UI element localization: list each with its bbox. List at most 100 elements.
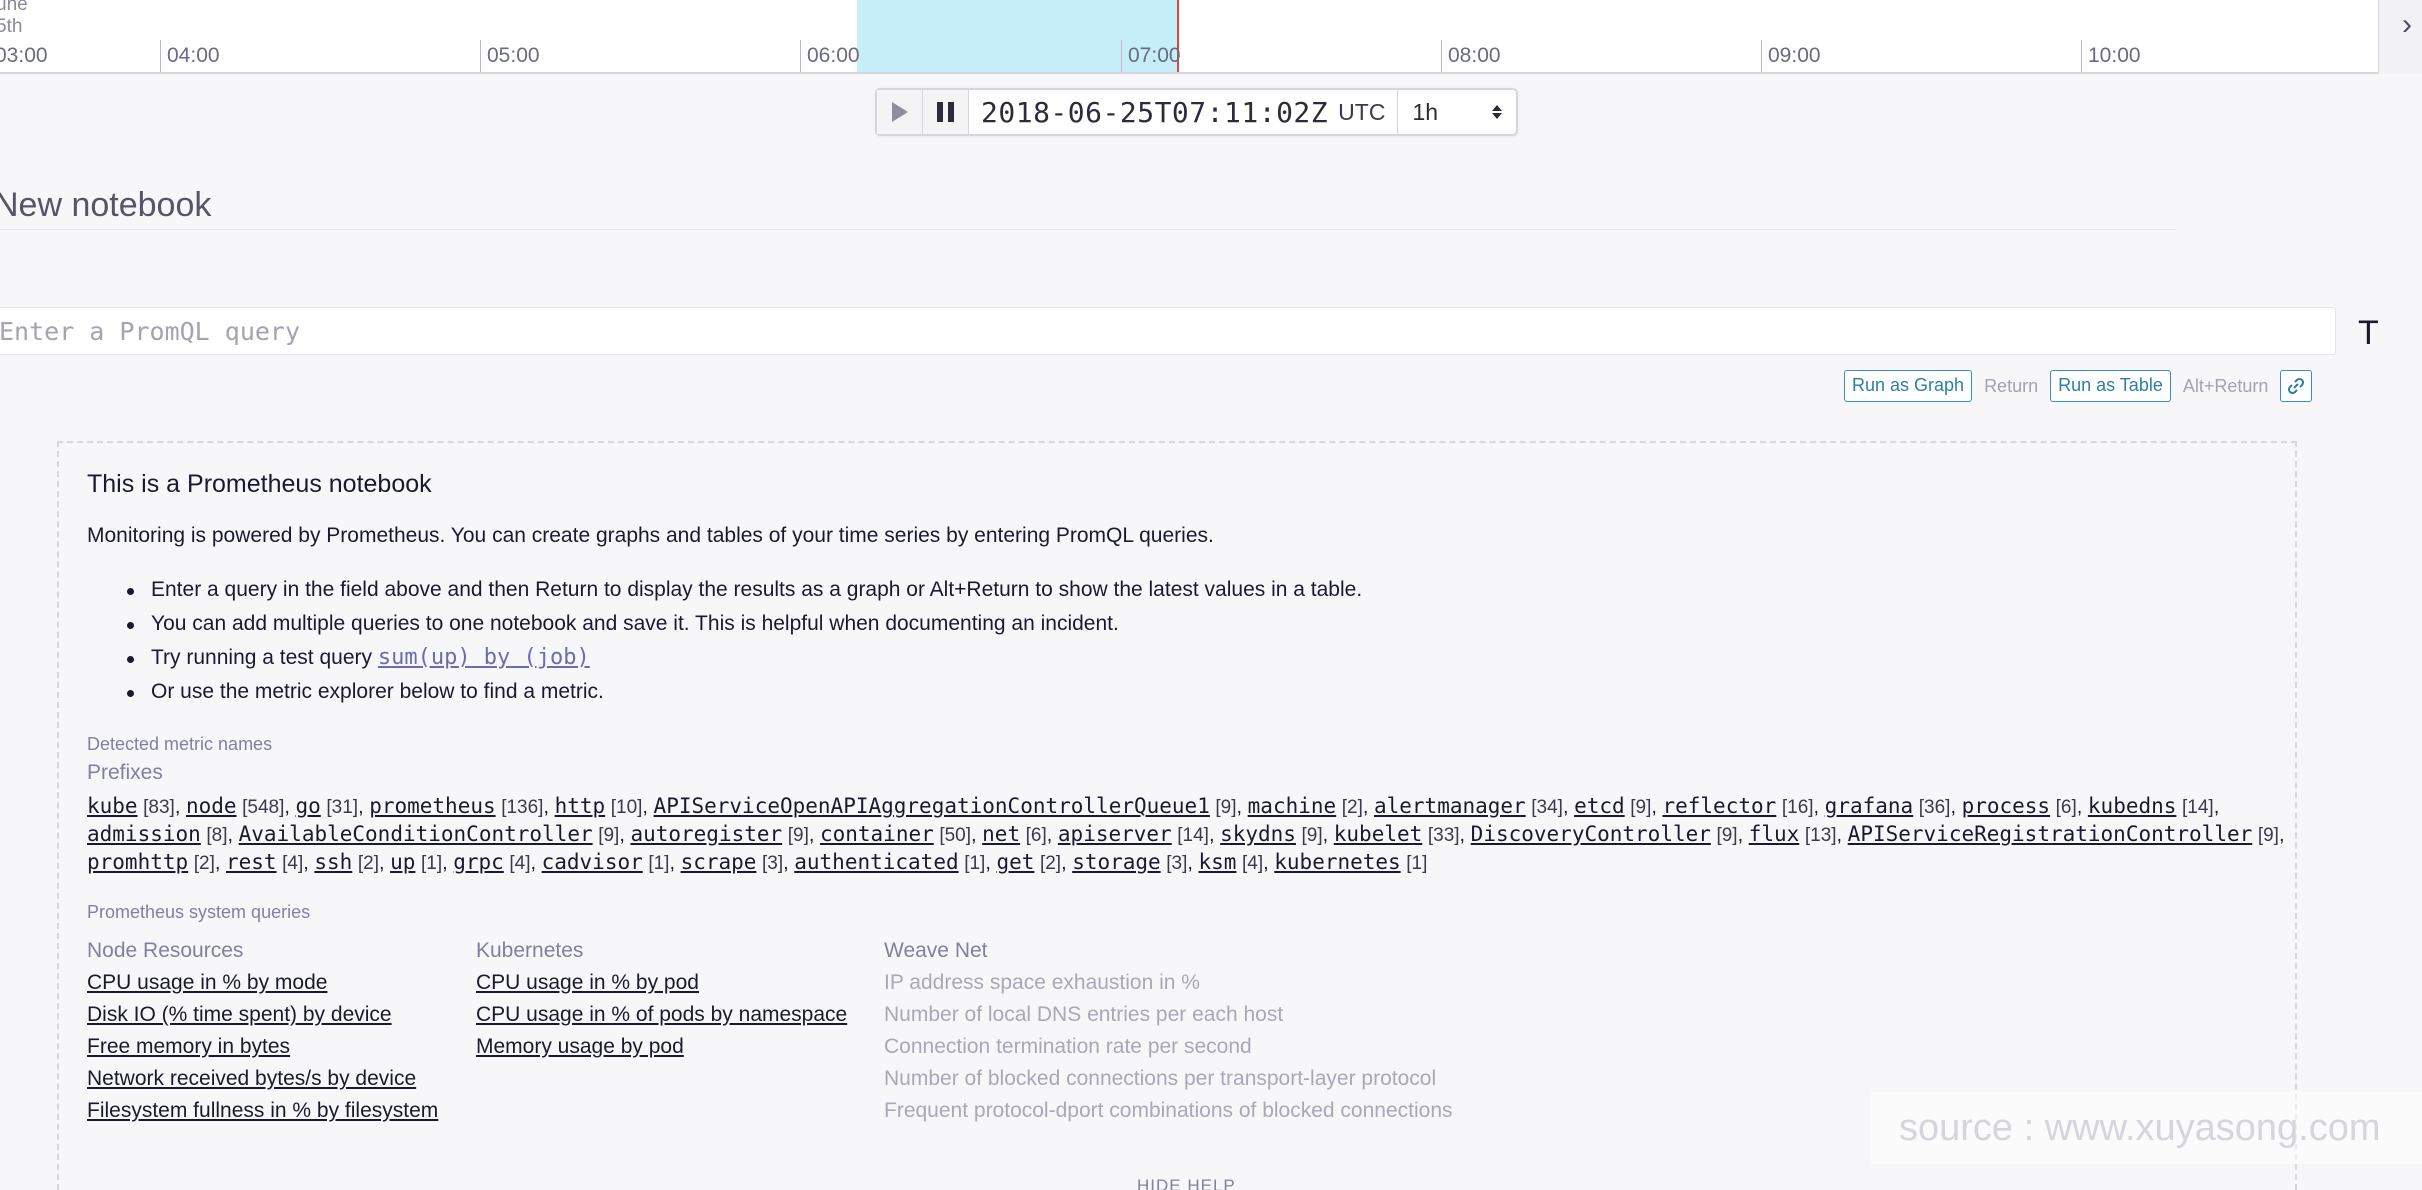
prefix-link[interactable]: grafana bbox=[1825, 794, 1914, 818]
list-item: You can add multiple queries to one note… bbox=[87, 607, 1362, 641]
select-arrows-icon bbox=[1492, 105, 1503, 119]
prefix-link[interactable]: ssh bbox=[314, 850, 352, 874]
prefix-link[interactable]: grpc bbox=[453, 850, 504, 874]
prefix-item: container [50] bbox=[820, 822, 971, 846]
column-heading: Node Resources bbox=[87, 939, 244, 962]
prefix-link[interactable]: ksm bbox=[1199, 850, 1237, 874]
play-button[interactable] bbox=[877, 90, 923, 134]
prefix-link[interactable]: authenticated bbox=[794, 850, 958, 874]
prefix-count: [9] bbox=[787, 825, 809, 846]
prefix-count: [13] bbox=[1804, 825, 1837, 846]
query-link[interactable]: Free memory in bytes bbox=[87, 1031, 438, 1063]
prefix-link[interactable]: autoregister bbox=[630, 822, 782, 846]
prefix-link[interactable]: APIServiceOpenAPIAggregationControllerQu… bbox=[654, 794, 1210, 818]
prefix-link[interactable]: scrape bbox=[681, 850, 757, 874]
run-as-graph-shortcut: Return bbox=[1984, 375, 2039, 396]
prefix-item: reflector [16] bbox=[1662, 794, 1813, 818]
prefix-link[interactable]: get bbox=[996, 850, 1034, 874]
prefix-link[interactable]: DiscoveryController bbox=[1471, 822, 1711, 846]
prefix-link[interactable]: kubelet bbox=[1334, 822, 1423, 846]
prefix-item: net [6] bbox=[982, 822, 1047, 846]
prefix-link[interactable]: alertmanager bbox=[1374, 794, 1526, 818]
prefix-item: alertmanager [34] bbox=[1374, 794, 1563, 818]
run-as-table-button[interactable]: Run as Table bbox=[2050, 370, 2171, 402]
prefix-link[interactable]: up bbox=[390, 850, 415, 874]
time-controls: 2018-06-25T07:11:02Z UTC 1h bbox=[875, 88, 1519, 136]
prefix-link[interactable]: storage bbox=[1072, 850, 1161, 874]
prefix-count: [36] bbox=[1918, 797, 1951, 818]
prefix-item: ssh [2] bbox=[314, 850, 379, 874]
prefix-link[interactable]: apiserver bbox=[1058, 822, 1172, 846]
prefix-link[interactable]: cadvisor bbox=[542, 850, 643, 874]
play-icon bbox=[891, 102, 908, 122]
query-link[interactable]: Network received bytes/s by device bbox=[87, 1063, 438, 1095]
share-link-button[interactable] bbox=[2280, 370, 2313, 402]
query-link[interactable]: CPU usage in % of pods by namespace bbox=[476, 999, 847, 1031]
range-select[interactable]: 1h bbox=[1398, 90, 1516, 134]
prefix-item: autoregister [9] bbox=[630, 822, 809, 846]
prefix-link[interactable]: rest bbox=[226, 850, 277, 874]
list-item: Try running a test query sum(up) by (job… bbox=[87, 641, 1362, 675]
prefix-link[interactable]: AvailableConditionController bbox=[239, 822, 593, 846]
prefix-link[interactable]: APIServiceRegistrationController bbox=[1848, 822, 2253, 846]
help-list: Enter a query in the field above and the… bbox=[87, 573, 1362, 709]
prefix-item: APIServiceRegistrationController [9] bbox=[1848, 822, 2279, 846]
query-item-disabled: Frequent protocol-dport combinations of … bbox=[884, 1099, 1453, 1122]
weave-net-column: Weave Net IP address space exhaustion in… bbox=[884, 935, 1453, 1127]
prefix-link[interactable]: reflector bbox=[1662, 794, 1776, 818]
query-link[interactable]: CPU usage in % by pod bbox=[476, 967, 847, 999]
test-query-link[interactable]: sum(up) by (job) bbox=[378, 645, 590, 670]
pause-icon bbox=[937, 102, 954, 122]
hide-help-button[interactable]: HIDE HELP bbox=[1131, 1176, 1242, 1190]
timeline[interactable]: une 5th 03:00 04:00 05:00 06:00 07:00 08… bbox=[0, 0, 2378, 74]
query-item-disabled: IP address space exhaustion in % bbox=[884, 971, 1200, 994]
prefixes-label: Prefixes bbox=[87, 761, 163, 784]
prefix-link[interactable]: container bbox=[820, 822, 934, 846]
query-link[interactable]: Disk IO (% time spent) by device bbox=[87, 999, 438, 1031]
prefix-item: apiserver [14] bbox=[1058, 822, 1209, 846]
prefix-count: [2] bbox=[1341, 797, 1363, 818]
prefix-link[interactable]: kube bbox=[87, 794, 138, 818]
prefix-link[interactable]: kubernetes bbox=[1274, 850, 1400, 874]
prefix-count: [6] bbox=[1025, 825, 1047, 846]
prefix-link[interactable]: skydns bbox=[1220, 822, 1296, 846]
prefix-link[interactable]: admission bbox=[87, 822, 201, 846]
prefix-count: [9] bbox=[1301, 825, 1323, 846]
prefix-count: [9] bbox=[1215, 797, 1237, 818]
prefix-link[interactable]: node bbox=[186, 794, 237, 818]
promql-query-input[interactable] bbox=[0, 308, 2335, 354]
timeline-expand-button[interactable]: › bbox=[2378, 0, 2422, 74]
query-link[interactable]: Filesystem fullness in % by filesystem bbox=[87, 1095, 438, 1127]
query-link[interactable]: CPU usage in % by mode bbox=[87, 967, 438, 999]
prefix-link[interactable]: http bbox=[555, 794, 606, 818]
prefix-count: [1] bbox=[648, 853, 670, 874]
prefix-link[interactable]: machine bbox=[1248, 794, 1337, 818]
range-value: 1h bbox=[1412, 98, 1439, 125]
prefix-link[interactable]: process bbox=[1962, 794, 2051, 818]
timestamp-input[interactable]: 2018-06-25T07:11:02Z UTC bbox=[969, 90, 1399, 134]
prefix-link[interactable]: kubedns bbox=[2088, 794, 2177, 818]
pause-button[interactable] bbox=[923, 90, 969, 134]
prefix-link[interactable]: etcd bbox=[1574, 794, 1625, 818]
query-item-disabled: Number of blocked connections per transp… bbox=[884, 1067, 1437, 1090]
text-format-icon[interactable]: T bbox=[2358, 313, 2379, 353]
prefix-link[interactable]: flux bbox=[1749, 822, 1800, 846]
timeline-tick: 04:00 bbox=[160, 40, 220, 72]
prefix-link[interactable]: net bbox=[982, 822, 1020, 846]
prefix-link[interactable]: prometheus bbox=[369, 794, 495, 818]
query-link[interactable]: Memory usage by pod bbox=[476, 1031, 847, 1063]
prefix-count: [9] bbox=[598, 825, 620, 846]
prefix-count: [31] bbox=[326, 797, 359, 818]
prefix-item: DiscoveryController [9] bbox=[1471, 822, 1738, 846]
prefix-link[interactable]: go bbox=[296, 794, 321, 818]
prefix-item: skydns [9] bbox=[1220, 822, 1323, 846]
notebook-title[interactable]: New notebook bbox=[0, 186, 211, 225]
run-as-graph-button[interactable]: Run as Graph bbox=[1844, 370, 1973, 402]
prefix-link[interactable]: promhttp bbox=[87, 850, 188, 874]
prefix-item: grpc [4] bbox=[453, 850, 530, 874]
prefix-count: [9] bbox=[1716, 825, 1738, 846]
column-heading: Weave Net bbox=[884, 939, 988, 962]
column-heading: Kubernetes bbox=[476, 939, 584, 962]
prefix-count: [4] bbox=[282, 853, 304, 874]
prefix-item: kubernetes [1] bbox=[1274, 850, 1427, 874]
